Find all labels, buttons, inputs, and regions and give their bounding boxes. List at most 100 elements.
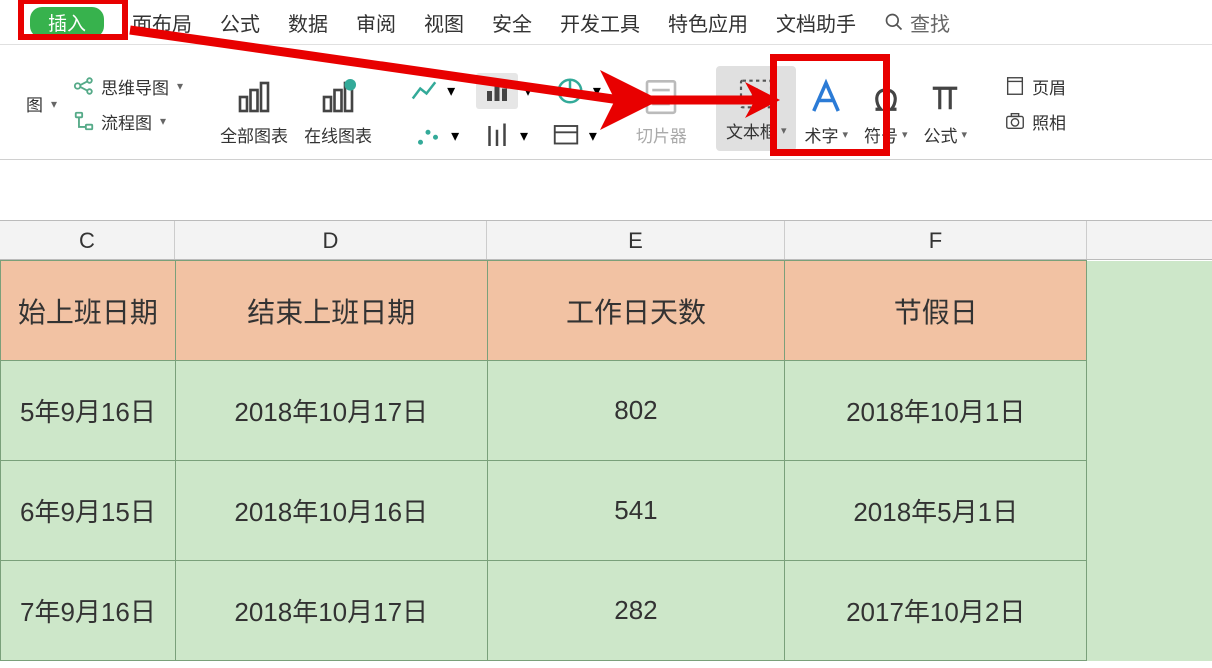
chevron-down-icon: ▾ xyxy=(160,114,166,128)
ribbon-mindmap[interactable]: 思维导图 ▾ xyxy=(73,74,183,99)
table-row: 7年9月16日 2018年10月17日 282 2017年10月2日 xyxy=(1,561,1212,661)
ribbon: 图▾ 思维导图▾ 流程图▾ 全部图表 xyxy=(0,45,1212,160)
tab-page-layout[interactable]: 面布局 xyxy=(132,8,192,37)
all-charts-label: 全部图表 xyxy=(220,122,288,147)
column-chart-icon[interactable] xyxy=(476,73,518,109)
cell-c-r2[interactable]: 6年9月15日 xyxy=(1,461,176,561)
ribbon-group-diagrams: 思维导图 ▾ 流程图 ▾ xyxy=(65,56,191,151)
flowchart-icon xyxy=(73,110,95,132)
ribbon-slicer[interactable]: 切片器 xyxy=(628,72,695,151)
table-row: 5年9月16日 2018年10月17日 802 2018年10月1日 xyxy=(1,361,1212,461)
ribbon-online-charts[interactable]: 在线图表 xyxy=(296,72,380,151)
table-header-row: 始上班日期 结束上班日期 工作日天数 节假日 xyxy=(1,261,1212,361)
cell-f-r1[interactable]: 2018年10月1日 xyxy=(785,361,1087,461)
column-header-row: C D E F xyxy=(0,220,1212,260)
ribbon-image-trail[interactable]: 图▾ xyxy=(26,91,57,116)
tab-developer[interactable]: 开发工具 xyxy=(560,8,640,37)
ribbon-header-footer[interactable]: 页眉 xyxy=(1004,74,1066,99)
more-charts-icon[interactable] xyxy=(549,121,583,151)
header-holiday[interactable]: 节假日 xyxy=(785,261,1087,361)
header-end-date[interactable]: 结束上班日期 xyxy=(175,261,487,361)
ribbon-separator xyxy=(985,63,986,143)
cell-d-r2[interactable]: 2018年10月16日 xyxy=(175,461,487,561)
ribbon-chart-icons: ▾ ▾ ▾ ▾ ▾ ▾ xyxy=(401,73,607,151)
menu-bar: 插入 面布局 公式 数据 审阅 视图 安全 开发工具 特色应用 文档助手 查找 xyxy=(0,0,1212,45)
tab-view[interactable]: 视图 xyxy=(424,8,464,37)
menu-search-label: 查找 xyxy=(910,8,950,37)
cell-e-r1[interactable]: 802 xyxy=(487,361,785,461)
tab-special[interactable]: 特色应用 xyxy=(668,8,748,37)
flowchart-label: 流程图 xyxy=(101,109,152,134)
chevron-down-icon: ▾ xyxy=(842,128,848,141)
ribbon-separator xyxy=(617,63,618,143)
ribbon-textbox[interactable]: A 文本框▾ xyxy=(716,66,797,151)
cell-f-r2[interactable]: 2018年5月1日 xyxy=(785,461,1087,561)
empty-cell[interactable] xyxy=(1087,261,1212,361)
tab-insert[interactable]: 插入 xyxy=(30,7,104,38)
slicer-icon xyxy=(640,76,682,118)
tab-review[interactable]: 审阅 xyxy=(356,8,396,37)
col-header-d[interactable]: D xyxy=(175,221,487,259)
mindmap-icon xyxy=(73,75,95,97)
empty-cell[interactable] xyxy=(1087,561,1212,661)
cell-d-r3[interactable]: 2018年10月17日 xyxy=(175,561,487,661)
chevron-down-icon: ▾ xyxy=(177,79,183,93)
empty-cell[interactable] xyxy=(1087,461,1212,561)
chevron-down-icon[interactable]: ▾ xyxy=(520,126,528,146)
tab-formula[interactable]: 公式 xyxy=(220,8,260,37)
ribbon-right-group: 页眉 照相 xyxy=(996,56,1074,151)
table-row: 6年9月15日 2018年10月16日 541 2018年5月1日 xyxy=(1,461,1212,561)
cell-c-r3[interactable]: 7年9月16日 xyxy=(1,561,176,661)
empty-cell[interactable] xyxy=(1087,361,1212,461)
cell-c-r1[interactable]: 5年9月16日 xyxy=(1,361,176,461)
camera-icon xyxy=(1004,110,1026,132)
chevron-down-icon[interactable]: ▾ xyxy=(451,126,459,146)
ribbon-camera[interactable]: 照相 xyxy=(1004,109,1066,134)
wordart-label: 术字 xyxy=(804,122,838,147)
ribbon-equation[interactable]: 公式▾ xyxy=(916,72,976,151)
tab-security[interactable]: 安全 xyxy=(492,8,532,37)
stock-chart-icon[interactable] xyxy=(480,121,514,151)
ribbon-all-charts[interactable]: 全部图表 xyxy=(212,72,296,151)
cell-f-r3[interactable]: 2017年10月2日 xyxy=(785,561,1087,661)
col-header-c[interactable]: C xyxy=(0,221,175,259)
cell-e-r3[interactable]: 282 xyxy=(487,561,785,661)
header-footer-icon xyxy=(1004,75,1026,97)
chevron-down-icon: ▾ xyxy=(902,128,908,141)
header-start-date[interactable]: 始上班日期 xyxy=(1,261,176,361)
equation-label: 公式 xyxy=(924,122,958,147)
ribbon-wordart[interactable]: 术字 ▾ xyxy=(796,72,856,151)
image-trail-label: 图 xyxy=(26,91,43,116)
col-header-e[interactable]: E xyxy=(487,221,785,259)
col-header-f[interactable]: F xyxy=(785,221,1087,259)
cell-d-r1[interactable]: 2018年10月17日 xyxy=(175,361,487,461)
online-chart-icon xyxy=(317,76,359,118)
scatter-chart-icon[interactable] xyxy=(411,121,445,151)
slicer-label: 切片器 xyxy=(636,122,687,147)
symbol-label: 符号 xyxy=(864,122,898,147)
wordart-icon xyxy=(805,76,847,118)
line-chart-icon[interactable] xyxy=(407,76,441,106)
pi-icon xyxy=(924,76,966,118)
ribbon-symbol[interactable]: 符号 ▾ xyxy=(856,72,916,151)
pie-chart-icon[interactable] xyxy=(553,76,587,106)
cell-e-r2[interactable]: 541 xyxy=(487,461,785,561)
online-charts-label: 在线图表 xyxy=(304,122,372,147)
header-work-days[interactable]: 工作日天数 xyxy=(487,261,785,361)
menu-search[interactable]: 查找 xyxy=(884,8,950,37)
chevron-down-icon[interactable]: ▾ xyxy=(593,81,601,101)
chevron-down-icon[interactable]: ▾ xyxy=(447,81,455,101)
chevron-down-icon: ▾ xyxy=(51,97,57,111)
mindmap-label: 思维导图 xyxy=(101,74,169,99)
ribbon-separator xyxy=(201,63,202,143)
chevron-down-icon[interactable]: ▾ xyxy=(524,81,532,101)
chevron-down-icon[interactable]: ▾ xyxy=(589,126,597,146)
textbox-icon: A xyxy=(734,74,778,114)
ribbon-flowchart[interactable]: 流程图 ▾ xyxy=(73,109,166,134)
omega-icon xyxy=(865,76,907,118)
col-header-g[interactable] xyxy=(1087,221,1212,259)
tab-data[interactable]: 数据 xyxy=(288,8,328,37)
tab-doc-assistant[interactable]: 文档助手 xyxy=(776,8,856,37)
worksheet-table: 始上班日期 结束上班日期 工作日天数 节假日 5年9月16日 2018年10月1… xyxy=(0,260,1212,661)
svg-text:A: A xyxy=(750,85,763,106)
